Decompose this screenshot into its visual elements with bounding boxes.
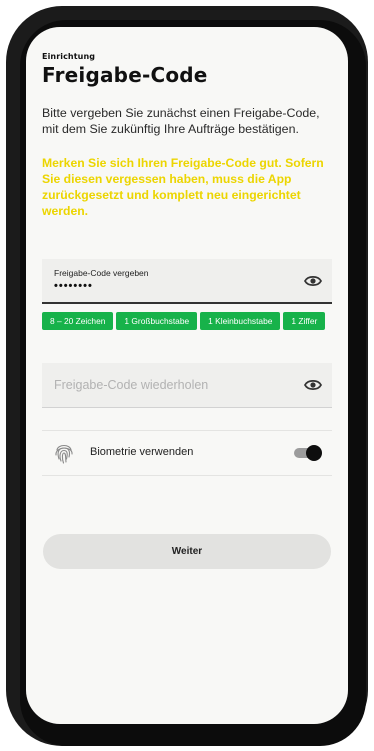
requirement-chip-digit: 1 Ziffer: [283, 312, 326, 330]
warning-text: Merken Sie sich Ihren Freigabe-Code gut.…: [42, 156, 324, 218]
repeat-code-field[interactable]: Freigabe-Code wiederholen: [42, 363, 332, 408]
intro-text: Bitte vergeben Sie zunächst einen Freiga…: [42, 106, 320, 136]
eye-icon[interactable]: [304, 378, 322, 392]
requirement-chip-lowercase: 1 Kleinbuchstabe: [200, 312, 281, 330]
code-field-value[interactable]: ••••••••: [54, 280, 93, 292]
code-field-label: Freigabe-Code vergeben: [54, 268, 149, 278]
biometrics-row[interactable]: Biometrie verwenden: [42, 430, 332, 476]
toggle-knob: [306, 445, 322, 461]
repeat-code-placeholder[interactable]: Freigabe-Code wiederholen: [54, 378, 208, 392]
page-title: Freigabe-Code: [42, 63, 208, 87]
requirement-chip-uppercase: 1 Großbuchstabe: [116, 312, 198, 330]
requirement-chips: 8 – 20 Zeichen 1 Großbuchstabe 1 Kleinbuch…: [42, 309, 332, 334]
eye-icon[interactable]: [304, 274, 322, 288]
app-screen: Einrichtung Freigabe-Code Bitte vergeben…: [26, 27, 348, 724]
requirement-chip-length: 8 – 20 Zeichen: [42, 312, 114, 330]
page-overline: Einrichtung: [42, 52, 96, 61]
fingerprint-icon: [55, 444, 73, 464]
biometrics-label: Biometrie verwenden: [90, 446, 194, 458]
biometrics-toggle[interactable]: [294, 445, 322, 461]
continue-button[interactable]: Weiter: [43, 534, 331, 569]
code-field[interactable]: Freigabe-Code vergeben ••••••••: [42, 259, 332, 304]
header-block: Einrichtung Freigabe-Code Bitte vergeben…: [42, 52, 332, 219]
